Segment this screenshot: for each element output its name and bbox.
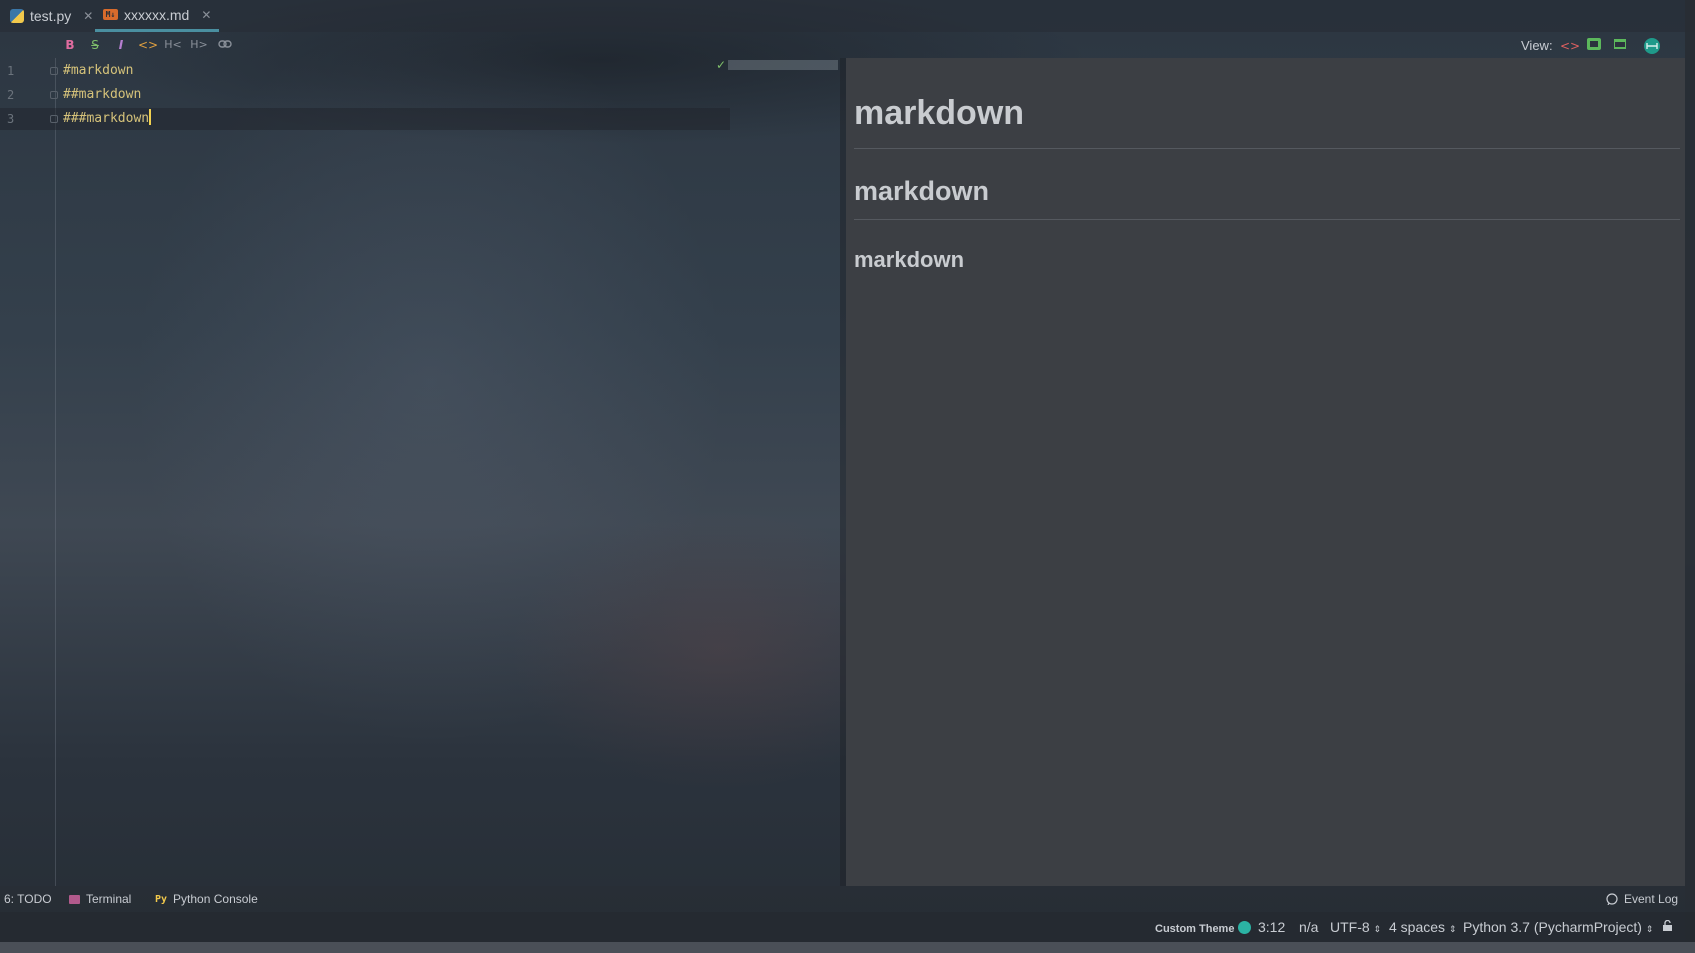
tab-xxxxxx-md[interactable]: M↓ xxxxxx.md ✕ xyxy=(95,0,220,32)
code-text: #markdown xyxy=(63,63,134,78)
indent-label: 4 spaces xyxy=(1389,919,1446,935)
fold-marker-icon[interactable] xyxy=(50,67,58,75)
markdown-file-icon: M↓ xyxy=(103,9,118,20)
view-label: View: xyxy=(1521,38,1553,53)
lock-icon[interactable] xyxy=(1662,919,1673,935)
preview-h3: markdown xyxy=(854,247,965,272)
fold-marker-icon[interactable] xyxy=(50,91,58,99)
bold-button[interactable]: B xyxy=(61,37,79,53)
code-text: ###markdown xyxy=(63,111,150,126)
right-tool-strip[interactable] xyxy=(1685,0,1695,953)
close-icon[interactable]: ✕ xyxy=(201,8,211,22)
line-number: 1 xyxy=(7,64,15,78)
preview-only-view-icon[interactable] xyxy=(1611,37,1629,55)
caret-position[interactable]: 3:12 xyxy=(1258,919,1285,935)
split-view-icon[interactable] xyxy=(1585,37,1603,55)
preview-sync-icon[interactable] xyxy=(1643,37,1661,55)
editor-scroll-marker[interactable] xyxy=(728,60,838,70)
interpreter-label: Python 3.7 (PycharmProject) xyxy=(1463,919,1642,935)
code-line[interactable]: 2 ##markdown xyxy=(0,84,730,106)
indent-widget[interactable]: 4 spaces ⇕ xyxy=(1389,919,1456,935)
code-text-with-caret: ###markdown xyxy=(63,108,152,130)
line-separator-widget[interactable]: n/a xyxy=(1299,919,1318,935)
italic-button[interactable]: I xyxy=(112,37,130,53)
line-number: 3 xyxy=(7,112,15,126)
code-text: ##markdown xyxy=(63,87,142,102)
markdown-toolbar: B S I <> H< H> xyxy=(0,32,1695,58)
editor-tab-bar: test.py ✕ M↓ xxxxxx.md ✕ xyxy=(0,0,1695,32)
link-icon[interactable] xyxy=(216,37,234,53)
h1-divider xyxy=(854,148,1680,149)
markdown-preview: markdown markdown markdown xyxy=(846,58,1685,886)
tab-test-py[interactable]: test.py ✕ xyxy=(2,0,101,32)
encoding-label: UTF-8 xyxy=(1330,919,1370,935)
tab-label: test.py xyxy=(30,8,72,24)
preview-h2: markdown xyxy=(854,176,990,206)
header-level-up-button[interactable]: H> xyxy=(190,37,208,53)
event-log-label: Event Log xyxy=(1624,892,1679,906)
h2-divider xyxy=(854,219,1680,220)
interpreter-widget[interactable]: Python 3.7 (PycharmProject) ⇕ xyxy=(1463,919,1653,935)
python-console-tool-button[interactable]: Py Python Console xyxy=(155,892,258,906)
encoding-widget[interactable]: UTF-8 ⇕ xyxy=(1330,919,1381,935)
strikethrough-button[interactable]: S xyxy=(86,37,104,53)
python-file-icon xyxy=(10,9,24,23)
terminal-label: Terminal xyxy=(86,892,132,906)
updown-icon: ⇕ xyxy=(1373,924,1382,934)
inspection-ok-icon[interactable]: ✓ xyxy=(716,58,726,72)
code-line-current[interactable]: 3 ###markdown xyxy=(0,108,730,130)
terminal-icon xyxy=(69,894,80,904)
updown-icon: ⇕ xyxy=(1448,924,1457,934)
event-log-tool-button[interactable]: Event Log xyxy=(1606,892,1678,906)
code-line[interactable]: 1 #markdown xyxy=(0,60,730,82)
preview-h1: markdown xyxy=(854,94,1025,132)
updown-icon: ⇕ xyxy=(1645,924,1654,934)
markdown-editor[interactable]: 1 #markdown 2 ##markdown 3 ###markdown xyxy=(0,58,840,886)
editor-only-view-icon[interactable]: <> xyxy=(1560,37,1580,55)
theme-widget[interactable]: Custom Theme xyxy=(1155,921,1252,935)
tool-window-bar: 6: TODO Terminal Py Python Console Event… xyxy=(0,886,1695,912)
event-log-icon xyxy=(1606,893,1618,905)
status-bar: Custom Theme 3:12 n/a UTF-8 ⇕ 4 spaces ⇕… xyxy=(0,912,1695,942)
theme-label: Custom Theme xyxy=(1155,923,1235,935)
fold-marker-icon[interactable] xyxy=(50,115,58,123)
header-level-down-button[interactable]: H< xyxy=(164,37,182,53)
code-button[interactable]: <> xyxy=(138,37,158,53)
close-icon[interactable]: ✕ xyxy=(83,9,93,23)
python-console-label: Python Console xyxy=(173,892,258,906)
todo-label: 6: TODO xyxy=(4,892,52,906)
os-taskbar xyxy=(0,942,1695,953)
text-caret xyxy=(149,109,152,125)
todo-tool-button[interactable]: 6: TODO xyxy=(4,892,52,906)
line-number: 2 xyxy=(7,88,15,102)
terminal-tool-button[interactable]: Terminal xyxy=(69,892,131,906)
python-console-icon: Py xyxy=(155,893,168,905)
tab-label: xxxxxx.md xyxy=(124,6,190,23)
theme-indicator-icon xyxy=(1238,921,1252,934)
